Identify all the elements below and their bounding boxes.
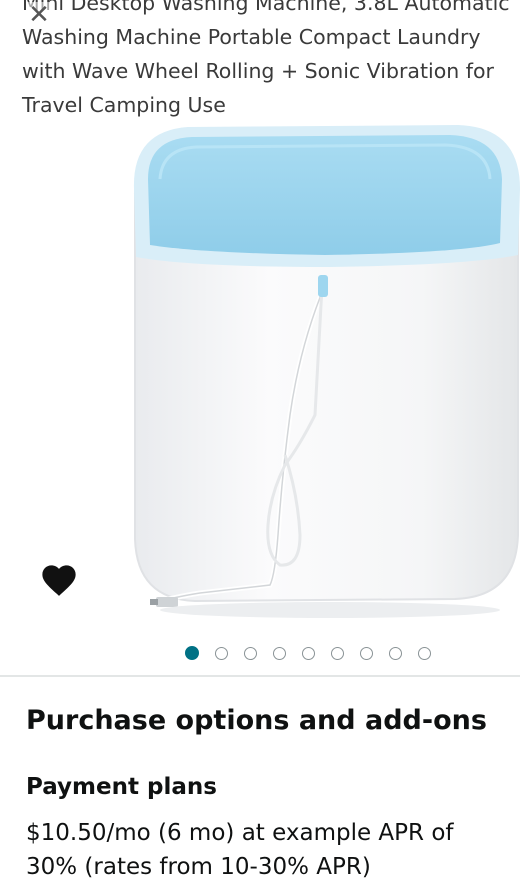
product-title-line: Washing Machine Portable Compact Laundry	[22, 25, 481, 49]
section-divider	[0, 675, 520, 677]
close-icon[interactable]: ✕	[26, 2, 52, 28]
carousel-dot-1[interactable]	[185, 646, 199, 660]
carousel-dot-9[interactable]	[418, 646, 431, 660]
carousel-dot-7[interactable]	[360, 646, 373, 660]
carousel-dot-6[interactable]	[331, 646, 344, 660]
product-image[interactable]	[0, 115, 520, 635]
heart-icon[interactable]	[40, 562, 78, 598]
carousel-dot-8[interactable]	[389, 646, 402, 660]
product-title-line: with Wave Wheel Rolling + Sonic Vibratio…	[22, 59, 494, 83]
carousel-dot-5[interactable]	[302, 646, 315, 660]
carousel-dot-3[interactable]	[244, 646, 257, 660]
carousel-indicator[interactable]	[185, 645, 431, 661]
purchase-options-heading: Purchase options and add-ons	[26, 705, 487, 736]
washing-machine-image	[133, 125, 520, 618]
carousel-dot-2[interactable]	[215, 646, 228, 660]
payment-plan-text[interactable]: $10.50/mo (6 mo) at example APR of 30% (…	[26, 816, 506, 884]
carousel-dot-4[interactable]	[273, 646, 286, 660]
payment-plans-heading: Payment plans	[26, 774, 217, 800]
product-title: Mini Desktop Washing Machine, 3.8L Autom…	[22, 0, 520, 122]
product-title-line: Mini Desktop Washing Machine, 3.8L Autom…	[22, 0, 510, 15]
